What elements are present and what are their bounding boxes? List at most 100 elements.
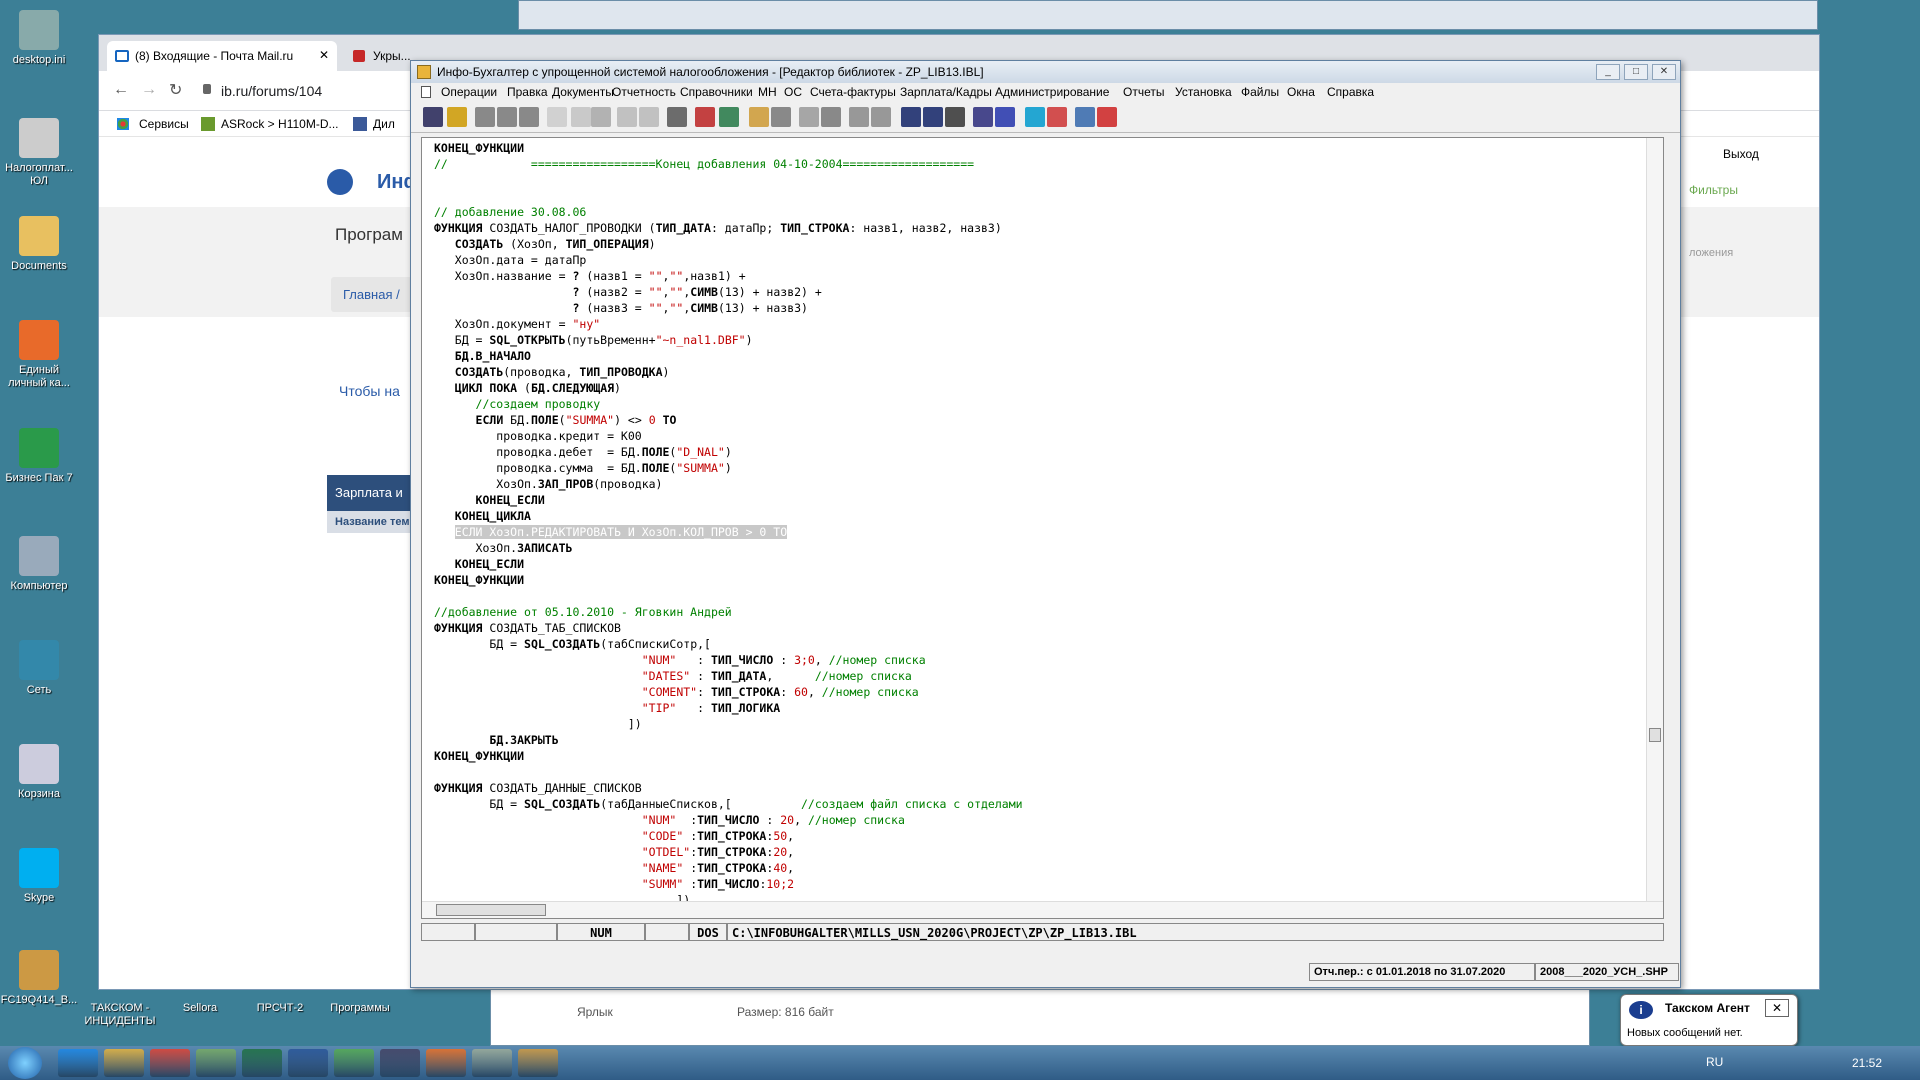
menu-item[interactable]: МН <box>758 85 777 99</box>
desktop-icon[interactable]: Компьютер <box>0 536 78 593</box>
preview-icon[interactable] <box>871 107 891 127</box>
menu-item[interactable]: Установка <box>1175 85 1232 99</box>
desktop-icon[interactable]: Skype <box>0 848 78 905</box>
layout-icon[interactable] <box>799 107 819 127</box>
forward-icon[interactable]: → <box>141 81 157 99</box>
clock[interactable]: 21:52 <box>1852 1056 1882 1070</box>
chrome-icon[interactable] <box>150 1049 190 1077</box>
breadcrumb[interactable]: Главная / <box>331 277 412 312</box>
desktop-icon[interactable]: ТАКСКОМ - ИНЦИДЕНТЫ <box>80 1002 160 1028</box>
scroll-thumb[interactable] <box>1649 728 1661 742</box>
desktop-icon[interactable]: Единый личный ка... <box>0 320 78 390</box>
close-button[interactable]: ✕ <box>1652 64 1676 80</box>
menu-item[interactable]: Зарплата/Кадры <box>900 85 992 99</box>
menu-item[interactable]: Справка <box>1327 85 1374 99</box>
reload-icon[interactable]: ↻ <box>169 80 182 100</box>
menu-item[interactable]: Отчеты <box>1123 85 1164 99</box>
help-icon[interactable] <box>901 107 921 127</box>
forbidden-icon[interactable] <box>945 107 965 127</box>
language-indicator[interactable]: RU <box>1706 1055 1723 1069</box>
vertical-scrollbar[interactable] <box>1646 138 1663 918</box>
apps-icon[interactable] <box>117 118 129 130</box>
browser-tab-mail[interactable]: (8) Входящие - Почта Mail.ru ✕ <box>107 41 337 71</box>
code-token: "OTDEL" <box>641 845 691 859</box>
calculator-icon[interactable] <box>719 107 739 127</box>
report-icon[interactable] <box>973 107 993 127</box>
logout-link[interactable]: Выход <box>1723 147 1759 161</box>
bookmark-item[interactable]: ASRock > H110M-D... <box>221 117 338 131</box>
menu-item[interactable]: Файлы <box>1241 85 1279 99</box>
add-icon[interactable] <box>571 107 591 127</box>
menu-item[interactable]: Окна <box>1287 85 1315 99</box>
desktop-icon[interactable]: Корзина <box>0 744 78 801</box>
excel-icon[interactable] <box>242 1049 282 1077</box>
word-icon[interactable] <box>288 1049 328 1077</box>
address-bar[interactable]: ib.ru/forums/104 <box>221 83 322 99</box>
desktop-icon[interactable]: Программы <box>320 1002 400 1015</box>
copy-icon[interactable] <box>497 107 517 127</box>
ie-icon[interactable] <box>58 1049 98 1077</box>
app-icon[interactable] <box>1047 107 1067 127</box>
app-icon[interactable] <box>472 1049 512 1077</box>
menu-item[interactable]: Счета-фактуры <box>810 85 896 99</box>
open-folder-icon[interactable] <box>749 107 769 127</box>
desktop-icon[interactable]: Бизнес Пак 7 <box>0 428 78 485</box>
desktop-icon[interactable]: Documents <box>0 216 78 273</box>
menu-item[interactable]: Правка <box>507 85 548 99</box>
back-icon[interactable]: ← <box>113 81 129 99</box>
settings-icon[interactable] <box>334 1049 374 1077</box>
menu-item[interactable]: Документы <box>552 85 614 99</box>
menu-item[interactable]: Администрирование <box>995 85 1109 99</box>
close-icon[interactable]: ✕ <box>319 48 329 62</box>
code-editor[interactable]: КОНЕЦ_ФУНКЦИИ // ==================Конец … <box>421 137 1664 919</box>
filter-icon[interactable] <box>447 107 467 127</box>
network-icon[interactable] <box>1097 107 1117 127</box>
paste-icon[interactable] <box>519 107 539 127</box>
save-icon[interactable] <box>771 107 791 127</box>
code-token: "CODE" <box>641 829 684 843</box>
save-icon[interactable] <box>380 1049 420 1077</box>
close-icon[interactable]: ✕ <box>1765 999 1789 1017</box>
desktop-icon[interactable]: FC19Q414_B... <box>0 950 78 1007</box>
brush-icon[interactable] <box>821 107 841 127</box>
code-token: 3;0 <box>794 653 815 667</box>
desktop-icon[interactable]: Sellora <box>160 1002 240 1015</box>
scroll-thumb[interactable] <box>436 904 546 916</box>
explorer-icon[interactable] <box>104 1049 144 1077</box>
bookmark-item[interactable]: Дил <box>373 117 395 131</box>
archive-icon[interactable] <box>518 1049 558 1077</box>
desktop-icon-label: FC19Q414_B... <box>0 994 78 1006</box>
menu-item[interactable]: Отчетность <box>612 85 676 99</box>
import-icon[interactable] <box>695 107 715 127</box>
refresh-icon[interactable] <box>667 107 687 127</box>
number-icon[interactable] <box>547 107 567 127</box>
menu-item[interactable]: Справочники <box>680 85 753 99</box>
edit-icon[interactable] <box>617 107 637 127</box>
desktop-icon[interactable]: Сеть <box>0 640 78 697</box>
delete-icon[interactable] <box>591 107 611 127</box>
print-icon[interactable] <box>849 107 869 127</box>
ne-icon[interactable] <box>995 107 1015 127</box>
edit-all-icon[interactable] <box>639 107 659 127</box>
desktop-icon[interactable]: Налогоплат... ЮЛ <box>0 118 78 188</box>
code-token: 60 <box>794 685 808 699</box>
desktop-icon[interactable]: ПРСЧТ-2 <box>240 1002 320 1015</box>
taxcom-notification[interactable]: i Такском Агент ✕ Новых сообщений нет. <box>1620 994 1798 1046</box>
table-icon[interactable] <box>423 107 443 127</box>
desktop-icon[interactable]: desktop.ini <box>0 10 78 67</box>
context-help-icon[interactable] <box>923 107 943 127</box>
app-icon[interactable] <box>196 1049 236 1077</box>
cut-icon[interactable] <box>475 107 495 127</box>
code-text[interactable]: КОНЕЦ_ФУНКЦИИ // ==================Конец … <box>434 140 1023 918</box>
sellora-icon[interactable] <box>426 1049 466 1077</box>
bookmark-item[interactable]: Сервисы <box>139 117 189 131</box>
start-button[interactable] <box>8 1047 42 1079</box>
filters-link[interactable]: Фильтры <box>1689 183 1738 197</box>
horizontal-scrollbar[interactable] <box>422 901 1663 918</box>
menu-item[interactable]: ОС <box>784 85 802 99</box>
menu-item[interactable]: Операции <box>441 85 497 99</box>
globe-icon[interactable] <box>1075 107 1095 127</box>
maximize-button[interactable]: □ <box>1624 64 1648 80</box>
minimize-button[interactable]: _ <box>1596 64 1620 80</box>
skype-icon[interactable] <box>1025 107 1045 127</box>
